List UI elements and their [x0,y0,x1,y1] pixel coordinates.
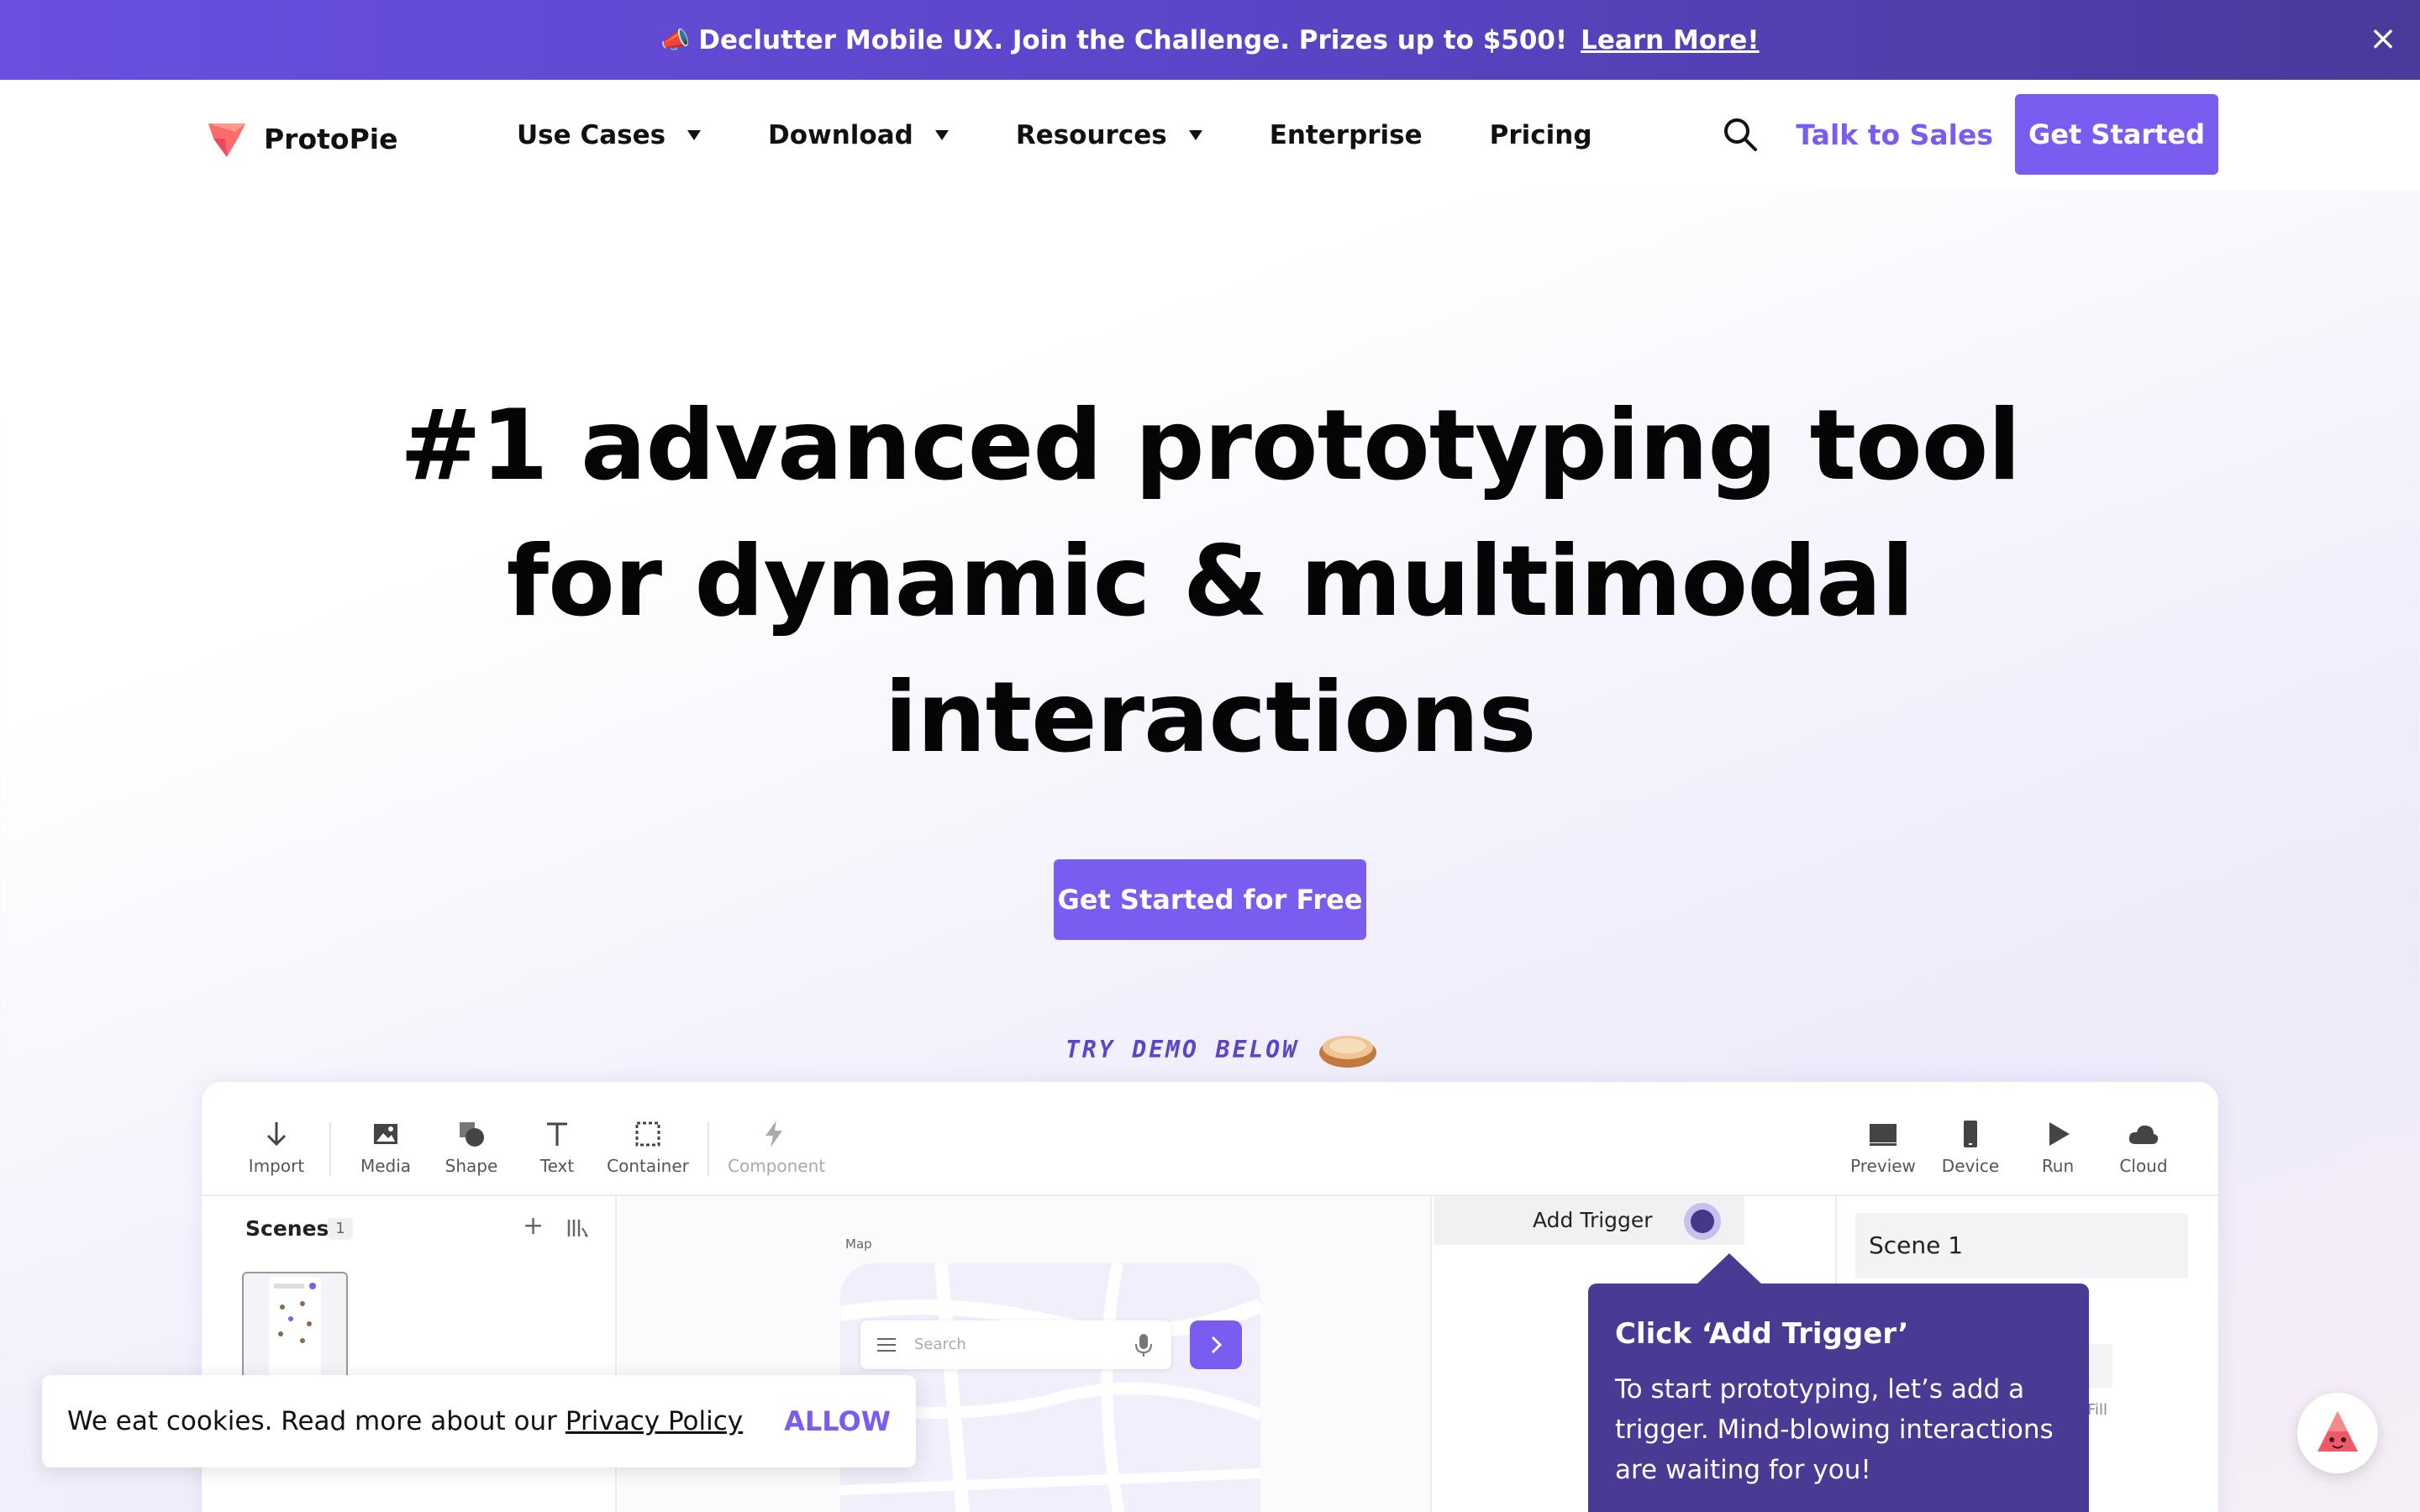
tool-label: Component [728,1156,826,1176]
editor-toolbar: Import Media Shape Text Container Compon… [202,1082,2218,1196]
lightning-icon [765,1121,782,1147]
play-icon [2049,1122,2070,1146]
learn-more-link[interactable]: Learn More! [1581,25,1759,55]
get-started-free-button[interactable]: Get Started for Free [1054,859,1366,940]
tool-import[interactable]: Import [230,1117,323,1176]
tool-label: Container [607,1156,689,1176]
tool-shape[interactable]: Shape [425,1117,518,1176]
nav-item-label: Use Cases [517,120,666,150]
nav-item-label: Resources [1015,120,1167,150]
text-icon [547,1122,567,1146]
search-icon[interactable] [1722,116,1759,153]
hero-title-line: #1 advanced prototyping tool [399,389,2021,502]
microphone-icon[interactable] [1134,1332,1153,1357]
hero-title-line: for dynamic & multimodal [506,525,1915,638]
monitor-icon [1870,1124,1897,1146]
tooltip-body: To start prototyping, let’s add a trigge… [1615,1374,2054,1485]
menu-icon[interactable] [877,1337,896,1352]
tool-device[interactable]: Device [1924,1117,2017,1176]
announcement-text: Declutter Mobile UX. Join the Challenge.… [698,24,1568,55]
add-scene-button[interactable]: + [523,1211,544,1241]
map-search-bar[interactable]: Search [860,1320,1171,1369]
caret-down-icon [687,130,702,140]
cloud-icon [2128,1125,2159,1144]
map-search-placeholder: Search [914,1336,966,1353]
pie-icon [1319,1036,1377,1068]
download-arrow-icon [266,1122,287,1147]
container-icon [635,1121,660,1147]
main-nav: ProtoPie Use Cases Download Resources En… [0,80,2420,191]
toolbar-divider [708,1122,709,1176]
onboarding-tooltip: Click ‘Add Trigger’ To start prototyping… [1588,1253,2089,1512]
tool-container[interactable]: Container [602,1117,694,1176]
chevron-right-icon [1211,1336,1223,1354]
nav-item-label: Download [768,120,913,150]
caret-down-icon [1188,130,1202,140]
tool-label: Cloud [2119,1156,2168,1176]
toolbar-divider [329,1122,331,1176]
hotspot-dot [1691,1210,1714,1233]
tool-cloud[interactable]: Cloud [2097,1117,2190,1176]
megaphone-icon: 📣 [660,26,691,54]
try-demo-hint: TRY DEMO BELOW [1065,1029,1378,1069]
scene-name-field[interactable]: Scene 1 [1855,1213,2188,1278]
get-started-button[interactable]: Get Started [2015,94,2218,175]
logo-text: ProtoPie [264,122,398,155]
add-trigger-hotspot[interactable] [1684,1203,1721,1240]
nav-item-resources[interactable]: Resources [1016,120,1202,150]
tool-label: Import [248,1156,305,1176]
tool-label: Preview [1850,1156,1916,1176]
caret-down-icon [934,130,949,140]
image-icon [374,1124,397,1144]
announcement-bar: 📣 Declutter Mobile UX. Join the Challeng… [0,0,2420,80]
allow-cookies-button[interactable]: ALLOW [784,1405,891,1437]
nav-item-label: Enterprise [1269,120,1423,150]
nav-menu: Use Cases Download Resources Enterprise … [517,80,1660,191]
cookie-text: We eat cookies. Read more about our [67,1406,557,1436]
shape-icon [460,1122,484,1147]
nav-item-pricing[interactable]: Pricing [1490,120,1592,150]
tool-preview[interactable]: Preview [1837,1117,1929,1176]
nav-item-label: Pricing [1489,120,1592,150]
tool-label: Run [2041,1156,2075,1176]
tool-component[interactable]: Component [728,1117,826,1176]
tool-media[interactable]: Media [339,1117,432,1176]
scenes-title: Scenes [245,1216,329,1241]
chat-widget-button[interactable] [2297,1393,2378,1473]
scene-thumbnail[interactable] [242,1272,348,1389]
try-demo-text: TRY DEMO BELOW [1065,1035,1300,1063]
tooltip-title: Click ‘Add Trigger’ [1615,1317,1909,1351]
phone-icon [1964,1121,1977,1147]
map-go-button[interactable] [1190,1320,1242,1369]
tool-label: Text [539,1156,575,1176]
pie-mascot-icon [2317,1411,2358,1452]
scene-preview-icon [269,1277,321,1376]
add-trigger-row[interactable]: Add Trigger [1434,1196,1744,1245]
nav-actions: Talk to Sales Get Started [1722,94,2218,175]
privacy-policy-link[interactable]: Privacy Policy [566,1406,743,1436]
protopie-logo-icon [208,123,245,157]
hero-title-line: interactions [884,661,1536,774]
talk-to-sales-link[interactable]: Talk to Sales [1796,118,1993,151]
fill-label: Fill [2087,1401,2108,1419]
scenes-count-badge: 1 [328,1218,353,1240]
add-trigger-label: Add Trigger [1533,1208,1653,1232]
nav-item-download[interactable]: Download [768,120,949,150]
sort-icon[interactable] [565,1215,592,1242]
map-label: Map [845,1236,872,1252]
close-icon[interactable]: × [2366,22,2400,55]
tool-text[interactable]: Text [511,1117,603,1176]
logo[interactable]: ProtoPie [202,113,397,164]
cookie-banner: We eat cookies. Read more about our Priv… [42,1375,916,1467]
tool-run[interactable]: Run [2012,1117,2104,1176]
tool-label: Media [360,1156,412,1176]
nav-item-use-cases[interactable]: Use Cases [517,120,702,150]
hero-title: #1 advanced prototyping tool for dynamic… [370,378,2050,786]
nav-item-enterprise[interactable]: Enterprise [1270,120,1423,150]
tool-label: Device [1941,1156,2000,1176]
tool-label: Shape [445,1156,498,1176]
